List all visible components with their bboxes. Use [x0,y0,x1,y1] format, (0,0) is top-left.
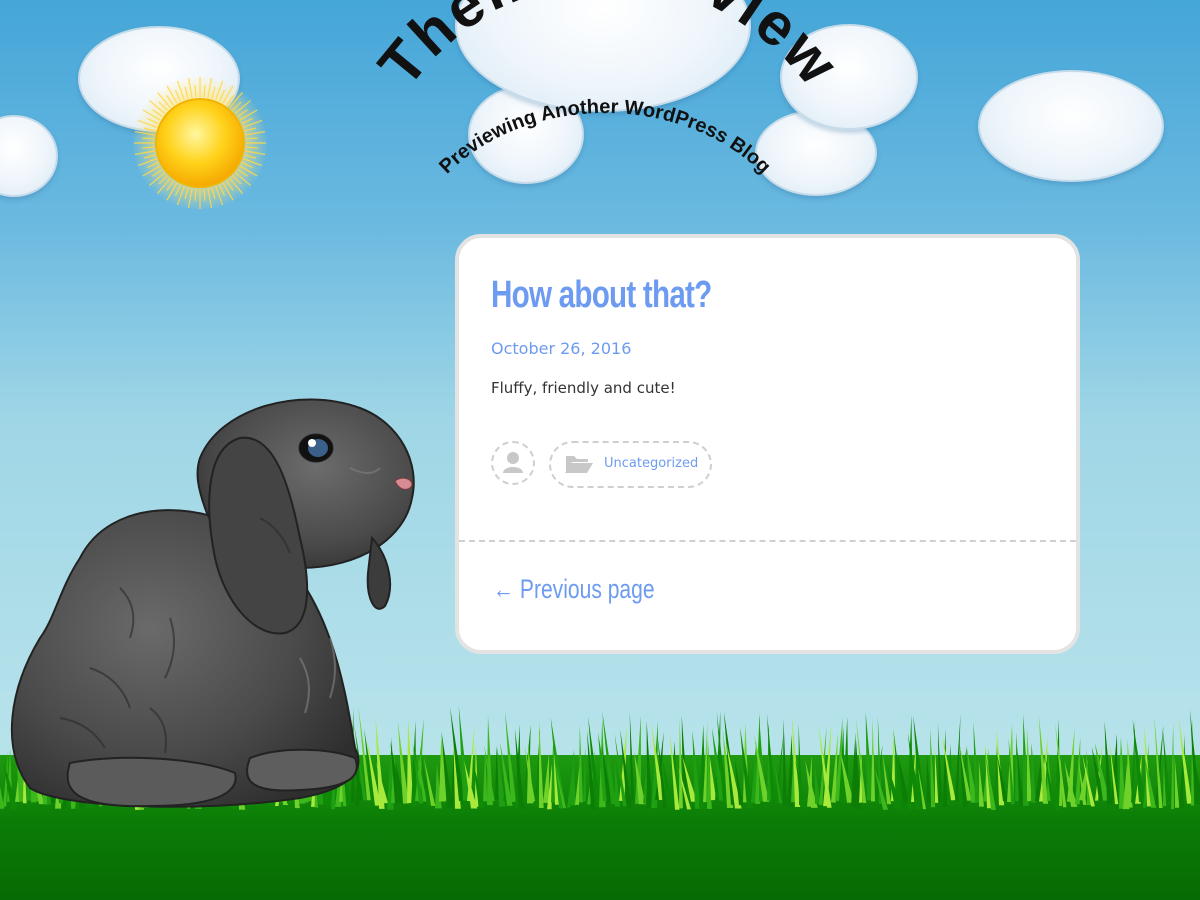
folder-open-icon [565,456,593,473]
bunny-illustration [10,398,415,808]
post-excerpt: Fluffy, friendly and cute! [491,379,676,397]
card-divider [459,540,1076,542]
post-card: How about that? October 26, 2016 Fluffy,… [455,234,1080,654]
site-title[interactable]: Theme Preview [366,0,853,99]
user-icon [503,452,523,473]
previous-page-link[interactable]: ← Previous page [493,574,655,605]
site-tagline: Previewing Another WordPress Blog [435,96,775,178]
category-badge[interactable]: Uncategorized [549,441,712,488]
post-title-link[interactable]: How about that? [491,274,712,317]
site-branding: Theme Preview Previewing Another WordPre… [366,0,853,178]
category-link[interactable]: Uncategorized [604,456,698,471]
author-badge[interactable] [491,441,535,485]
site-header: Theme Preview Previewing Another WordPre… [0,0,1200,230]
post-date[interactable]: October 26, 2016 [491,339,631,358]
